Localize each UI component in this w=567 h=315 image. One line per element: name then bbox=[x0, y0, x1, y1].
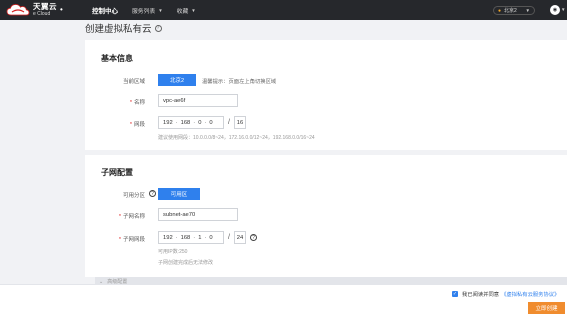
required-mark: * bbox=[118, 214, 121, 220]
logo-sub-text: e Cloud bbox=[33, 10, 51, 17]
az-label-text: 可用分区 bbox=[122, 193, 145, 199]
agreement-row: ✓ 我已阅读并同意 《虚拟私有云服务协议》 bbox=[452, 290, 559, 298]
basic-info-section: 基本信息 当前区域 北京2 温馨提示：页面左上角切换区域 * 名称 vpc-ae6… bbox=[85, 40, 567, 150]
vpc-name-label: * 名称 bbox=[85, 98, 145, 106]
nav-services-label: 服务列表 bbox=[132, 8, 156, 15]
required-mark: * bbox=[129, 122, 132, 128]
basic-info-title: 基本信息 bbox=[101, 54, 133, 63]
subnet-cidr-label-text: 子网网段 bbox=[122, 237, 145, 243]
agreement-checkbox[interactable]: ✓ bbox=[452, 291, 458, 297]
nav-favorites[interactable]: 收藏 ▼ bbox=[177, 6, 196, 15]
chevron-down-icon[interactable]: ▼ bbox=[561, 7, 565, 12]
subnet-name-label: * 子网名称 bbox=[85, 212, 145, 220]
cidr-dot: · bbox=[204, 119, 207, 126]
page-title: 创建虚拟私有云 ? bbox=[85, 21, 162, 35]
current-region-label: 当前区域 bbox=[85, 77, 145, 85]
nav-services[interactable]: 服务列表 ▼ bbox=[132, 6, 163, 15]
location-pin-icon: ● bbox=[498, 7, 502, 14]
user-avatar[interactable]: ◉ bbox=[550, 5, 560, 15]
cidr-dot: · bbox=[193, 234, 196, 241]
region-hint: 温馨提示：页面左上角切换区域 bbox=[202, 79, 277, 85]
user-avatar-icon: ◉ bbox=[552, 7, 558, 13]
region-selector-label: 北京2 bbox=[504, 8, 517, 14]
agreement-text: 我已阅读并同意 bbox=[462, 292, 500, 298]
cidr-octet-4: 0 bbox=[209, 119, 213, 126]
cloud-logo-icon bbox=[6, 4, 30, 16]
create-now-button[interactable]: 立即创建 bbox=[528, 302, 565, 314]
subnet-cidr-note: 子网创建完成后无法修改 bbox=[158, 260, 214, 266]
subnet-config-title: 子网配置 bbox=[101, 168, 133, 177]
cidr-slash: / bbox=[228, 234, 230, 241]
subnet-octet-2: 168 bbox=[180, 234, 191, 241]
vpc-name-input[interactable]: vpc-ae6f bbox=[158, 94, 238, 107]
az-button[interactable]: 可用区 bbox=[158, 188, 200, 200]
cidr-input-group: 192 · 168 · 0 · 0 / 16 bbox=[158, 116, 246, 129]
vpc-name-label-text: 名称 bbox=[133, 100, 145, 106]
cidr-octet-2: 168 bbox=[180, 119, 191, 126]
subnet-octet-3: 1 bbox=[198, 234, 202, 241]
subnet-octet-1: 192 bbox=[163, 234, 173, 241]
az-label: 可用分区 bbox=[85, 191, 145, 199]
nav-console-label: 控制中心 bbox=[92, 8, 118, 15]
cidr-dot: · bbox=[175, 119, 178, 126]
bottom-action-bar: ✓ 我已阅读并同意 《虚拟私有云服务协议》 立即创建 bbox=[0, 284, 567, 315]
subnet-cidr-label: * 子网网段 bbox=[85, 235, 145, 243]
cidr-octet-3: 0 bbox=[198, 119, 202, 126]
page-title-text: 创建虚拟私有云 bbox=[85, 24, 152, 35]
current-region-label-text: 当前区域 bbox=[122, 79, 145, 85]
help-icon[interactable]: ? bbox=[249, 234, 257, 241]
available-ip-count: 可用IP数:250 bbox=[158, 249, 188, 255]
subnet-cidr-input-group: 192 · 168 · 1 · 0 / 24 ? bbox=[158, 231, 257, 244]
chevron-down-icon: ▼ bbox=[191, 7, 196, 13]
subnet-config-section: 子网配置 可用分区 ? 可用区 * 子网名称 subnet-ae70 * 子网网段 … bbox=[85, 155, 567, 277]
logo-main-text: 天翼云 bbox=[33, 2, 57, 12]
cidr-dot: · bbox=[175, 234, 178, 241]
nav-favorites-label: 收藏 bbox=[176, 8, 189, 15]
required-mark: * bbox=[129, 100, 132, 106]
logo-dot: • bbox=[60, 4, 63, 14]
subnet-name-label-text: 子网名称 bbox=[122, 214, 145, 220]
agreement-link[interactable]: 《虚拟私有云服务协议》 bbox=[501, 290, 559, 298]
nav-console[interactable]: 控制中心 bbox=[92, 5, 118, 15]
top-navigation-bar: 天翼云 e Cloud • 控制中心 服务列表 ▼ 收藏 ▼ ● 北京2 ▼ ◉… bbox=[0, 0, 567, 20]
cidr-label: * 网段 bbox=[85, 120, 145, 128]
cidr-octet-1: 192 bbox=[163, 119, 173, 126]
cidr-mask-input[interactable]: 16 bbox=[233, 116, 246, 129]
cidr-suggestion-hint: 建议使用网段：10.0.0.0/8~24，172.16.0.0/12~24，19… bbox=[158, 135, 315, 141]
subnet-name-input[interactable]: subnet-ae70 bbox=[158, 208, 238, 221]
main-nav: 控制中心 服务列表 ▼ 收藏 ▼ bbox=[92, 5, 210, 16]
brand-logo[interactable]: 天翼云 e Cloud • bbox=[6, 0, 74, 20]
region-selector[interactable]: ● 北京2 ▼ bbox=[493, 6, 535, 15]
cidr-ip-input[interactable]: 192 · 168 · 0 · 0 bbox=[158, 116, 224, 129]
cidr-dot: · bbox=[193, 119, 196, 126]
help-icon[interactable]: ? bbox=[154, 24, 162, 32]
cidr-label-text: 网段 bbox=[133, 122, 145, 128]
current-region-button[interactable]: 北京2 bbox=[158, 74, 196, 86]
help-icon[interactable]: ? bbox=[149, 190, 156, 197]
cidr-slash: / bbox=[228, 119, 230, 126]
cidr-dot: · bbox=[204, 234, 207, 241]
subnet-octet-4: 0 bbox=[209, 234, 213, 241]
subnet-cidr-ip-input[interactable]: 192 · 168 · 1 · 0 bbox=[158, 231, 224, 244]
chevron-down-icon: ▼ bbox=[158, 7, 163, 13]
required-mark: * bbox=[118, 237, 121, 243]
chevron-down-icon: ▼ bbox=[525, 8, 530, 13]
logo-text: 天翼云 e Cloud bbox=[33, 3, 57, 17]
subnet-mask-input[interactable]: 24 bbox=[233, 231, 246, 244]
